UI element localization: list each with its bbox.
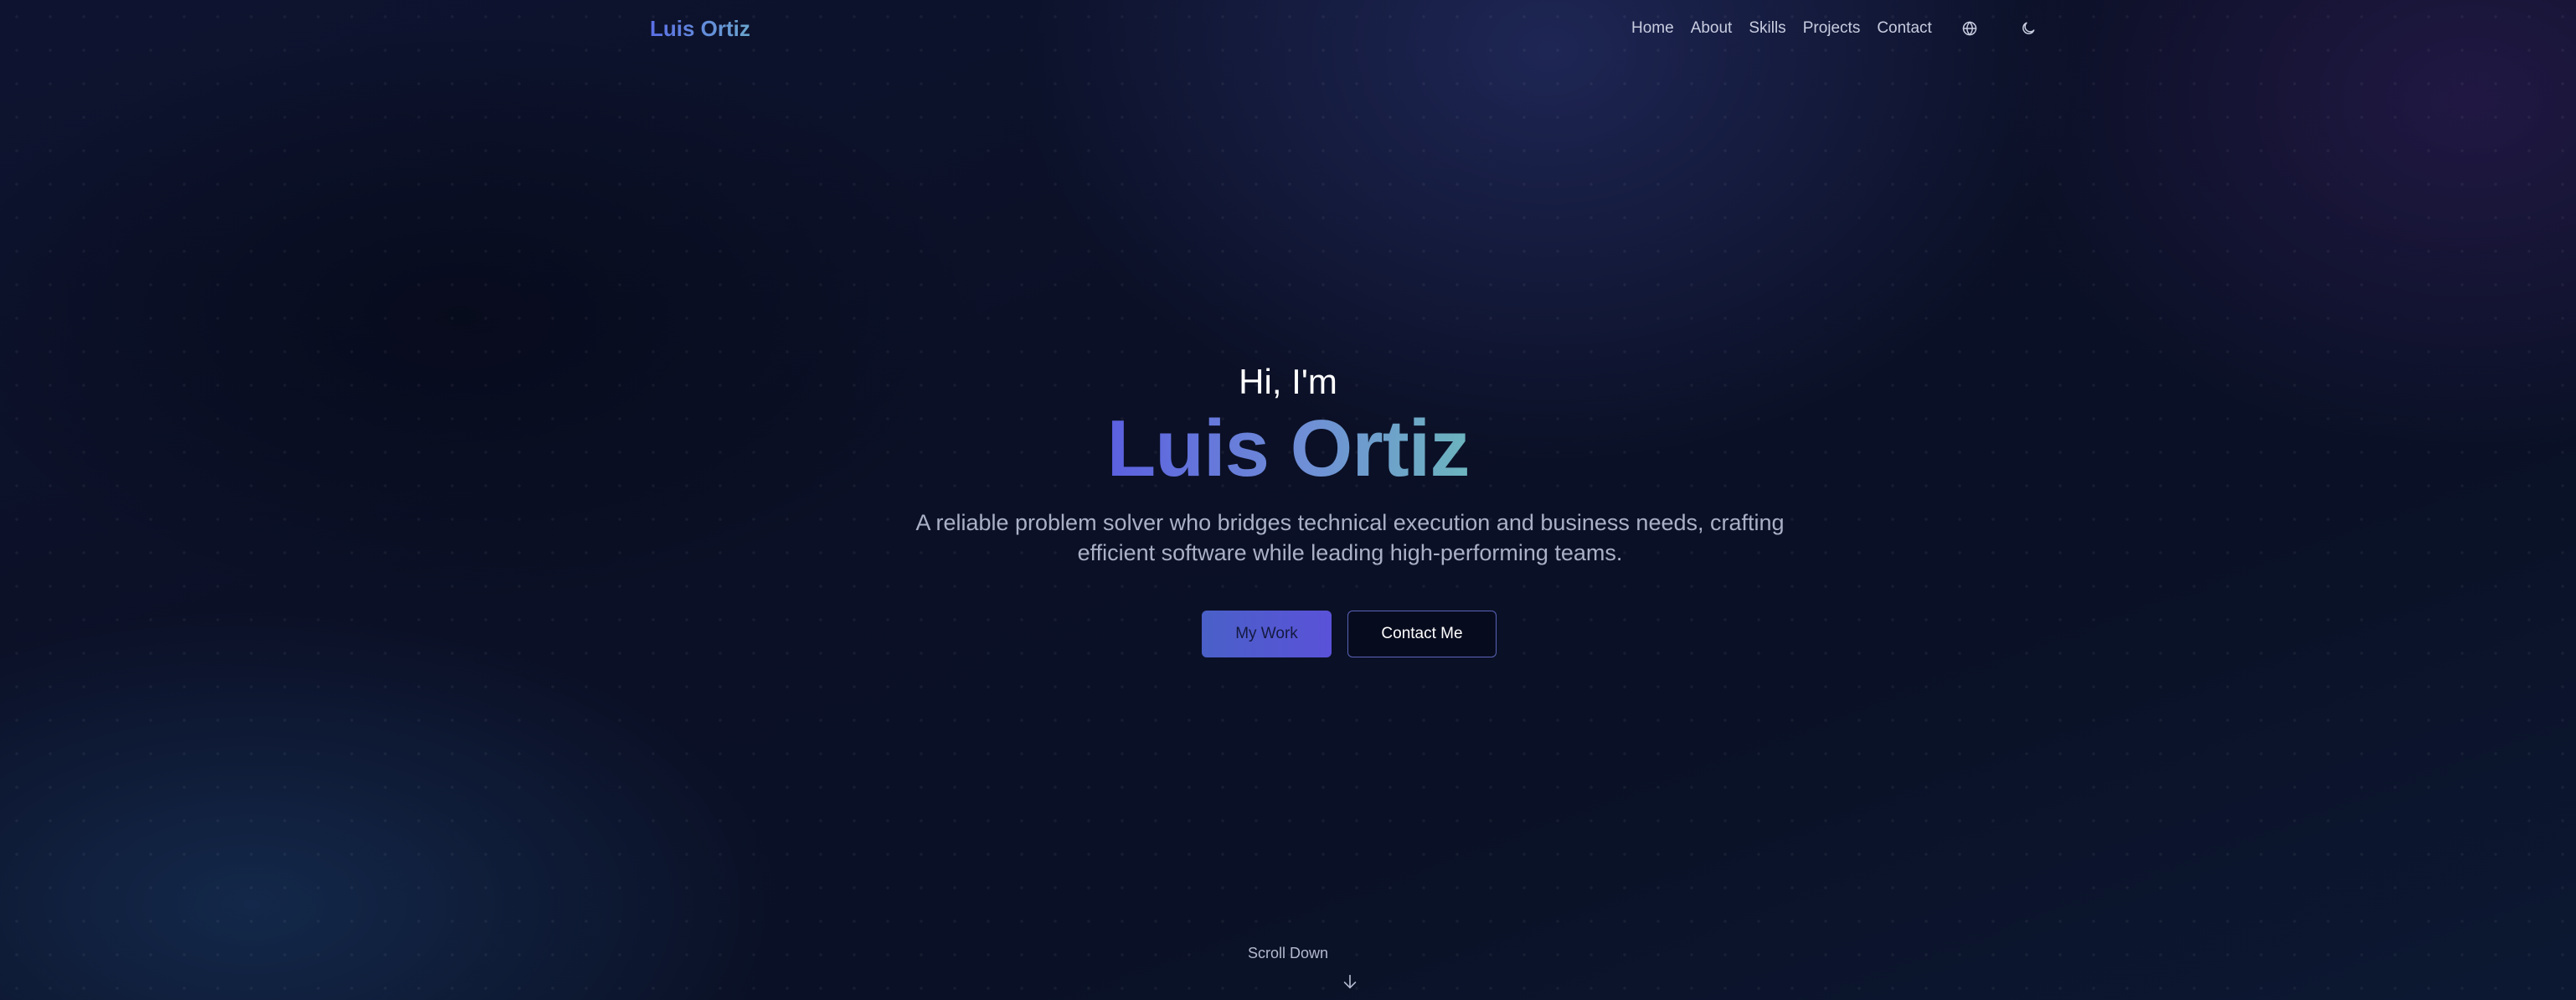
logo[interactable]: Luis Ortiz	[650, 13, 750, 44]
moon-icon	[2022, 22, 2035, 34]
nav-link-home[interactable]: Home	[1631, 17, 1674, 40]
theme-toggle-button[interactable]	[2017, 17, 2040, 40]
nav-link-projects[interactable]: Projects	[1803, 17, 1861, 40]
nav-link-skills[interactable]: Skills	[1749, 17, 1785, 40]
dot-grid-pattern	[0, 0, 2576, 1000]
nav-link-contact[interactable]: Contact	[1877, 17, 1931, 40]
scroll-down-label[interactable]: Scroll Down	[0, 943, 2576, 963]
language-button[interactable]	[1958, 17, 1981, 40]
hero-tagline: A reliable problem solver who bridges te…	[904, 508, 1795, 568]
my-work-button[interactable]: My Work	[1202, 611, 1332, 657]
hero-name-container: Luis Ortiz	[0, 400, 2576, 497]
contact-me-button[interactable]: Contact Me	[1347, 611, 1497, 657]
navbar: Luis Ortiz Home About Skills Projects Co…	[0, 0, 2576, 57]
nav-links: Home About Skills Projects Contact	[1631, 17, 1949, 40]
hero-tagline-line-2: efficient software while leading high-pe…	[1077, 540, 1623, 565]
globe-icon	[1962, 21, 1977, 36]
nav-link-about[interactable]: About	[1691, 17, 1733, 40]
arrow-down-icon[interactable]	[1341, 972, 1359, 991]
hero-greeting: Hi, I'm	[1239, 362, 1337, 401]
hero-name: Luis Ortiz	[1106, 404, 1471, 493]
hero-tagline-line-1: A reliable problem solver who bridges te…	[915, 510, 1785, 535]
